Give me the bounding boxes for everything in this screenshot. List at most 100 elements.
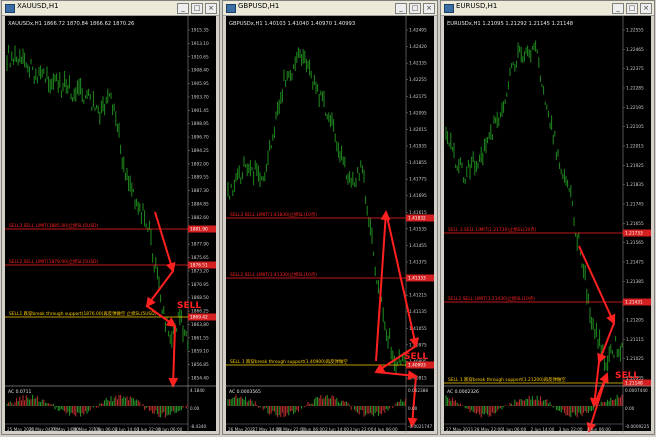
price-tick-label: 1861.55: [191, 335, 209, 341]
window-controls: _ □ ×: [612, 3, 652, 14]
price-tick-label: 1.41135: [409, 309, 427, 315]
maximize-button[interactable]: □: [191, 3, 203, 14]
price-tick-label: 1908.40: [191, 68, 209, 74]
window-titlebar[interactable]: EURUSD,H1 _ □ ×: [441, 1, 654, 16]
price-tick-label: 1.41775: [409, 177, 427, 183]
oscillator-tick-label: 4.1840: [190, 388, 205, 393]
oscillator-tick-label: 0.002388: [408, 388, 428, 393]
price-chart: GBPUSDx,H1 1.40103 1.41040 1.40970 1.409…: [226, 16, 434, 433]
chart-window-gbpusd[interactable]: GBPUSD,H1 _ □ × GBPUSDx,H1 1.40103 1.41040 1…: [222, 0, 438, 435]
price-tick-label: 1.41535: [409, 226, 427, 232]
oscillator-tick-label: -0.0021747: [408, 424, 432, 429]
close-button[interactable]: ×: [640, 3, 652, 14]
chart-window-icon: [5, 4, 15, 13]
minimize-button[interactable]: _: [612, 3, 624, 14]
price-tick-label: 1873.20: [191, 268, 209, 274]
oscillator-bars: [227, 394, 407, 418]
price-tick-label: 1.42015: [409, 127, 427, 133]
price-tick-label: 1.42095: [409, 110, 427, 116]
price-tick-label: 1.21385: [626, 279, 644, 285]
level-label: SELL 1 跌穿break through support(1.21200)再…: [448, 376, 566, 383]
oscillator-tick-label: 0.0007440: [625, 388, 648, 393]
time-tick-label: 1 Jun 06:00: [94, 427, 118, 432]
price-tick-label: 1.42335: [409, 61, 427, 67]
level-label: SELL2 SELL LIMIT(1.21430)止损SL(10点): [448, 295, 535, 302]
oscillator-tick-label: -8.4340: [190, 424, 206, 429]
chart-area[interactable]: GBPUSDx,H1 1.40103 1.41040 1.40970 1.409…: [226, 16, 434, 433]
time-tick-label: 2 Jun 14:00: [325, 427, 349, 432]
time-tick-label: 4 Jun 06:00: [587, 427, 611, 432]
oscillator-tick-label: 0.00: [408, 406, 418, 411]
price-tag-label: 1.21733: [625, 231, 643, 237]
chart-area[interactable]: EURUSDx,H1 1.21095 1.21292 1.21145 1.211…: [444, 16, 651, 433]
price-tick-label: 1.22105: [626, 124, 644, 130]
time-tick-label: 2 Jun 14:00: [531, 427, 555, 432]
oscillator-bars: [6, 394, 189, 418]
time-tick-label: 4 Jun 06:00: [158, 427, 182, 432]
price-tick-label: 1877.90: [191, 242, 209, 248]
price-tick-label: 1859.10: [191, 349, 209, 355]
price-tick-label: 1870.95: [191, 282, 209, 288]
time-tick-label: 4 Jun 06:00: [374, 427, 398, 432]
price-tick-label: 1894.25: [191, 148, 209, 154]
time-tick-label: 1 Jun 06:00: [301, 427, 325, 432]
price-tick-label: 1.41935: [409, 144, 427, 150]
price-tick-label: 1913.10: [191, 41, 209, 47]
price-tag-label: 1876.51: [190, 263, 208, 269]
window-controls: _ □ ×: [395, 3, 435, 14]
price-tick-label: 1884.85: [191, 202, 209, 208]
arrow: [407, 375, 418, 428]
price-tag-label: 1.21431: [625, 300, 643, 306]
price-tick-label: 1.42420: [409, 44, 427, 50]
level-label: SELL3 SELL LIMIT(1885.90)止损SL(5USD): [9, 222, 98, 229]
chart-area[interactable]: XAUUSDx,H1 1866.72 1870.84 1866.62 1870.…: [5, 16, 216, 433]
oscillator-label: AC 0.0003565: [229, 389, 261, 395]
oscillator-tick-label: -0.0009225: [625, 424, 649, 429]
price-tick-label: 1.21745: [626, 202, 644, 208]
chart-window-xauusd[interactable]: XAUUSD,H1 _ □ × XAUUSDx,H1 1866.72 1870.84 1…: [1, 0, 220, 435]
window-titlebar[interactable]: XAUUSD,H1 _ □ ×: [2, 1, 219, 16]
price-tick-label: 1915.35: [191, 28, 209, 34]
price-tick-label: 1.22555: [626, 28, 644, 34]
arrow: [154, 211, 176, 273]
price-tag-label: 1869.42: [190, 315, 208, 321]
price-tick-label: 1.21835: [626, 182, 644, 188]
maximize-button[interactable]: □: [409, 3, 421, 14]
price-tick-label: 1892.00: [191, 161, 209, 167]
price-tick-label: 1854.40: [191, 376, 209, 382]
oscillator-tick-label: 0.00: [190, 406, 200, 411]
level-label: SELL1 跌穿break through support(1876.00)再反…: [9, 310, 157, 317]
time-tick-label: 27 May 2021: [446, 427, 474, 432]
level-label: SELL2 SELL LIMIT(1878.90)止损SL(5USD): [9, 258, 98, 265]
arrow: [168, 325, 179, 388]
time-tick-label: 1 Jun 06:00: [502, 427, 526, 432]
chart-window-icon: [444, 4, 454, 13]
chart-header: GBPUSDx,H1 1.40103 1.41040 1.40970 1.409…: [229, 21, 355, 27]
chart-window-icon: [226, 4, 236, 13]
close-button[interactable]: ×: [423, 3, 435, 14]
chart-header: XAUUSDx,H1 1866.72 1870.84 1866.62 1870.…: [8, 21, 134, 27]
time-tick-label: 3 Jun 22:00: [349, 427, 373, 432]
price-tick-label: 1.21655: [626, 221, 644, 227]
price-tick-label: 1.21025: [626, 356, 644, 362]
arrow: [597, 322, 615, 364]
close-button[interactable]: ×: [205, 3, 217, 14]
price-tag-label: 1881.90: [190, 227, 208, 233]
price-tick-label: 1.22015: [626, 144, 644, 150]
time-tick-label: 3 Jun 22:00: [137, 427, 161, 432]
maximize-button[interactable]: □: [626, 3, 638, 14]
candles: [6, 44, 189, 350]
price-tag-label: 1.40993: [408, 363, 426, 369]
price-tick-label: 1905.95: [191, 81, 209, 87]
chart-header: EURUSDx,H1 1.21095 1.21292 1.21145 1.211…: [447, 21, 573, 27]
price-tick-label: 1875.65: [191, 255, 209, 261]
price-tick-label: 1856.85: [191, 362, 209, 368]
chart-window-eurusd[interactable]: EURUSD,H1 _ □ × EURUSDx,H1 1.21095 1.21292 1…: [440, 0, 655, 435]
time-tick-label: 28 May 22:00: [474, 427, 503, 432]
minimize-button[interactable]: _: [395, 3, 407, 14]
minimize-button[interactable]: _: [177, 3, 189, 14]
price-tick-label: 1.21925: [626, 163, 644, 169]
window-titlebar[interactable]: GBPUSD,H1 _ □ ×: [223, 1, 437, 16]
price-tag-label: 1.41832: [408, 216, 426, 222]
price-tag-label: 1.41333: [408, 276, 426, 282]
